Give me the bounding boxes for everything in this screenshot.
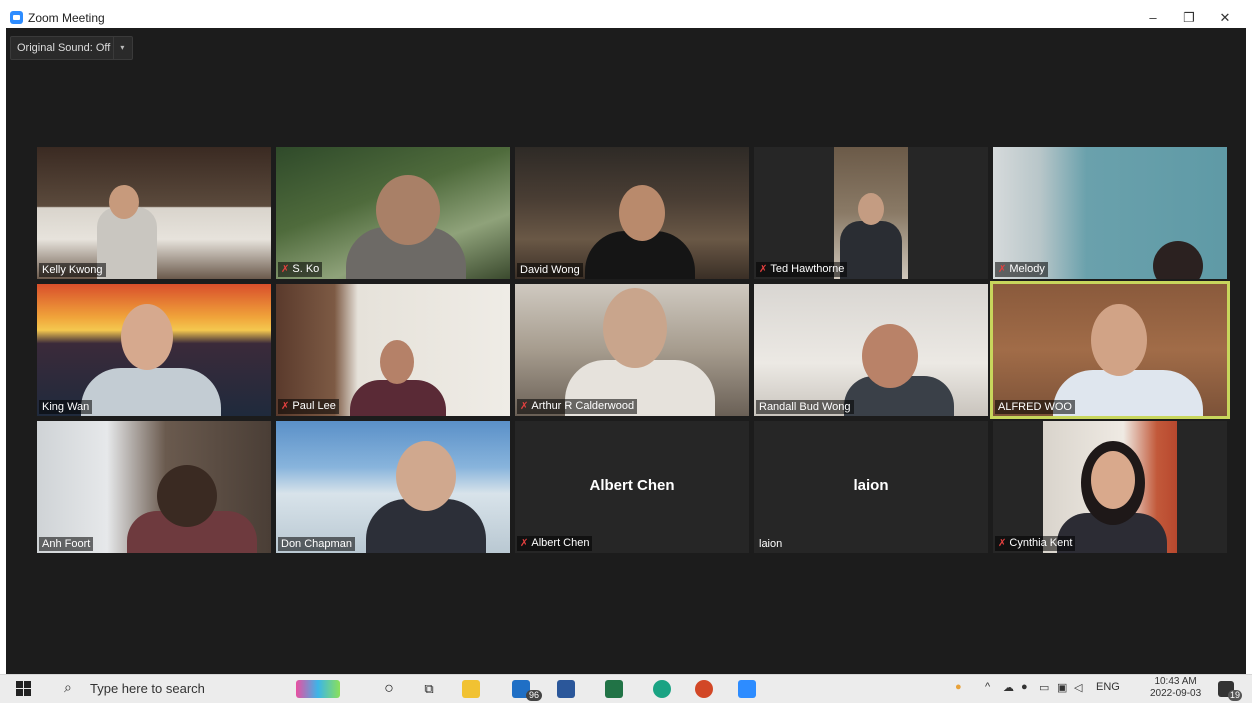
chevron-up-icon[interactable]: ^: [985, 681, 990, 693]
participant-name: Anh Foort: [39, 537, 94, 551]
participant-name: ✗ Ted Hawthorne: [756, 262, 848, 277]
participant-name: Don Chapman: [278, 537, 355, 551]
original-sound-button[interactable]: Original Sound: Off ▾: [10, 36, 134, 60]
network-icon[interactable]: ▣: [1057, 681, 1067, 694]
minimize-button[interactable]: –: [1136, 8, 1170, 28]
microphone-muted-icon: ✗: [281, 264, 290, 275]
excel-icon[interactable]: [605, 680, 623, 698]
participant-display-name: Albert Chen: [589, 477, 675, 494]
video-tile-don-chapman[interactable]: Don Chapman: [276, 421, 510, 553]
video-tile-kelly-kwong[interactable]: Kelly Kwong: [37, 147, 271, 279]
zoom-taskbar-icon[interactable]: [738, 680, 756, 698]
participant-display-name: laion: [853, 477, 889, 494]
cortana-icon[interactable]: ○: [380, 680, 398, 698]
participant-head: [1091, 304, 1147, 376]
participant-name: laion: [759, 538, 783, 550]
clock-date: 2022-09-03: [1150, 688, 1202, 699]
participant-figure: [1053, 370, 1203, 416]
window-title: Zoom Meeting: [28, 11, 105, 25]
participant-head: [603, 288, 667, 368]
participant-head: [862, 324, 918, 388]
microphone-muted-icon: ✗: [998, 264, 1007, 275]
weather-icon[interactable]: ●: [955, 681, 962, 693]
participant-name: ✗ Melody: [995, 262, 1048, 277]
participant-head: [109, 185, 139, 219]
video-tile-anh-foort[interactable]: Anh Foort: [37, 421, 271, 553]
task-view-icon[interactable]: ⧉: [420, 680, 438, 698]
windows-start-icon[interactable]: [16, 681, 32, 697]
video-tile-albert-chen[interactable]: Albert Chen ✗ Albert Chen: [515, 421, 749, 553]
search-input[interactable]: Type here to search: [90, 681, 205, 696]
participant-head: [380, 340, 414, 384]
video-tile-s-ko[interactable]: ✗ S. Ko: [276, 147, 510, 279]
participant-head: [396, 441, 456, 511]
battery-icon[interactable]: ▭: [1039, 681, 1049, 694]
participant-head: [1091, 451, 1135, 509]
powerpoint-icon[interactable]: [695, 680, 713, 698]
participant-figure: [350, 380, 446, 416]
participant-name: ALFRED WOO: [995, 400, 1075, 414]
microphone-muted-icon: ✗: [281, 401, 290, 412]
top-strip: [0, 0, 1252, 8]
participant-head: [157, 465, 217, 527]
video-tile-david-wong[interactable]: David Wong: [515, 147, 749, 279]
participant-head: [121, 304, 173, 370]
clock[interactable]: 10:43 AM 2022-09-03: [1150, 676, 1201, 700]
microphone-muted-icon: ✗: [998, 538, 1007, 549]
language-indicator[interactable]: ENG: [1096, 681, 1120, 693]
file-explorer-icon[interactable]: [462, 680, 480, 698]
search-highlight-icon[interactable]: [296, 680, 340, 698]
participant-figure: [840, 221, 902, 279]
chevron-down-icon[interactable]: ▾: [113, 37, 130, 59]
zoom-window: Zoom Meeting – ❐ ✕ Original Sound: Off ▾…: [6, 8, 1246, 674]
participant-name: ✗ S. Ko: [278, 262, 323, 277]
zoom-app-icon: [10, 11, 23, 24]
microphone-muted-icon: ✗: [520, 538, 529, 549]
participant-name: Randall Bud Wong: [756, 400, 854, 414]
edge-icon[interactable]: [653, 680, 671, 698]
video-tile-ted-hawthorne[interactable]: ✗ Ted Hawthorne: [754, 147, 988, 279]
participant-name: ✗ Paul Lee: [278, 399, 339, 414]
video-tile-alfred-woo[interactable]: ALFRED WOO: [990, 281, 1230, 419]
microphone-muted-icon: ✗: [759, 264, 768, 275]
title-bar: Zoom Meeting – ❐ ✕: [6, 8, 1246, 28]
original-sound-label: Original Sound: Off: [17, 42, 111, 54]
cloud-icon[interactable]: ☁: [1003, 681, 1014, 694]
microphone-icon[interactable]: ●: [1021, 681, 1028, 693]
restore-button[interactable]: ❐: [1172, 8, 1206, 28]
word-icon[interactable]: [557, 680, 575, 698]
participant-name: ✗ Arthur R Calderwood: [517, 399, 638, 414]
participant-name: Kelly Kwong: [39, 263, 106, 277]
video-tile-paul-lee[interactable]: ✗ Paul Lee: [276, 284, 510, 416]
participant-name: ✗ Cynthia Kent: [995, 536, 1076, 551]
participant-head: [376, 175, 440, 245]
volume-icon[interactable]: ◁: [1074, 681, 1082, 694]
video-tile-laion[interactable]: laion laion: [754, 421, 988, 553]
participant-figure: [81, 368, 221, 416]
participant-name: David Wong: [517, 263, 583, 277]
participant-name: ✗ Albert Chen: [517, 536, 593, 551]
microphone-muted-icon: ✗: [520, 401, 529, 412]
video-tile-cynthia-kent[interactable]: ✗ Cynthia Kent: [993, 421, 1227, 553]
close-button[interactable]: ✕: [1208, 8, 1242, 28]
notification-count: 19: [1228, 690, 1243, 701]
video-tile-randall-bud-wong[interactable]: Randall Bud Wong: [754, 284, 988, 416]
taskbar: ⌕ Type here to search ○ ⧉ 96 ● ^ ☁ ● ▭ ▣…: [0, 674, 1252, 703]
search-icon: ⌕: [64, 679, 72, 695]
video-tile-arthur-r-calderwood[interactable]: ✗ Arthur R Calderwood: [515, 284, 749, 416]
participant-name: King Wan: [39, 400, 93, 414]
video-tile-melody[interactable]: ✗ Melody: [993, 147, 1227, 279]
clock-time: 10:43 AM: [1154, 676, 1197, 687]
mail-badge: 96: [526, 690, 543, 701]
video-tile-king-wan[interactable]: King Wan: [37, 284, 271, 416]
participant-head: [619, 185, 665, 241]
participant-head: [858, 193, 884, 225]
